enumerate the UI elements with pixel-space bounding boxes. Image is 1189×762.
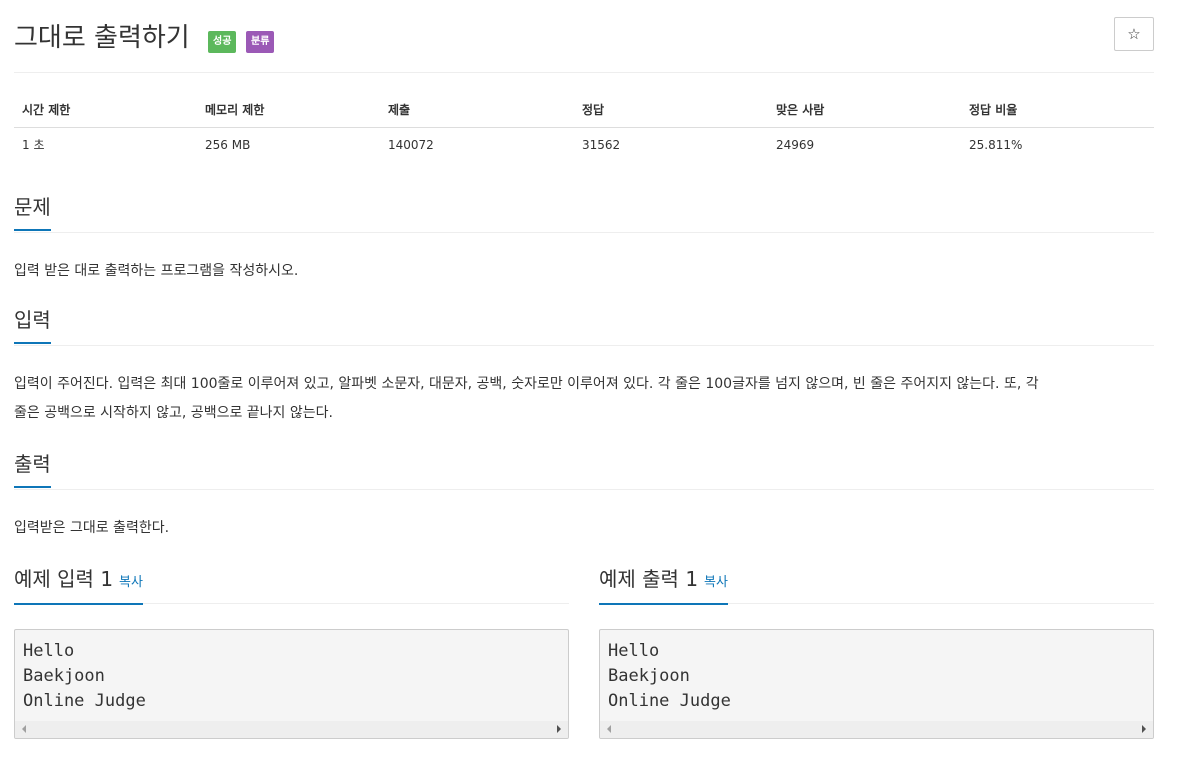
sample-output-heading: 예제 출력 1 복사 xyxy=(599,565,728,605)
input-description: 입력이 주어진다. 입력은 최대 100줄로 이루어져 있고, 알파벳 소문자,… xyxy=(14,370,1154,428)
header-solved-users: 맞은 사람 xyxy=(768,92,961,128)
category-badge[interactable]: 분류 xyxy=(246,31,275,53)
header-accept-ratio: 정답 비율 xyxy=(961,92,1154,128)
scroll-right-arrow-icon[interactable] xyxy=(1142,725,1146,733)
input-heading-row: 입력 xyxy=(14,306,1154,346)
sample-input-heading: 예제 입력 1 복사 xyxy=(14,565,143,605)
sample-input-text: Hello Baekjoon Online Judge xyxy=(23,641,146,711)
result-badge: 성공 xyxy=(208,31,237,53)
problem-page: 그대로 출력하기 성공 분류 ☆ 시간 제한 메모리 제한 제출 정답 맞은 사… xyxy=(14,0,1154,739)
sample-output-box[interactable]: Hello Baekjoon Online Judge xyxy=(599,629,1154,739)
header-accepted: 정답 xyxy=(574,92,768,128)
title-row: 그대로 출력하기 성공 분류 ☆ xyxy=(14,0,1154,73)
sample-output-panel: 예제 출력 1 복사 Hello Baekjoon Online Judge xyxy=(599,565,1154,739)
problem-description: 입력 받은 대로 출력하는 프로그램을 작성하시오. xyxy=(14,263,299,279)
sample-input-box[interactable]: Hello Baekjoon Online Judge xyxy=(14,629,569,739)
sample-input-scrollbar[interactable] xyxy=(15,721,568,738)
sample-output-text: Hello Baekjoon Online Judge xyxy=(608,641,731,711)
copy-sample-output-link[interactable]: 복사 xyxy=(704,575,728,590)
sample-input-title: 예제 입력 1 xyxy=(14,567,114,591)
scroll-left-arrow-icon[interactable] xyxy=(22,725,26,733)
table-header-row: 시간 제한 메모리 제한 제출 정답 맞은 사람 정답 비율 xyxy=(14,92,1154,128)
header-memory-limit: 메모리 제한 xyxy=(197,92,380,128)
output-heading: 출력 xyxy=(14,450,51,488)
header-submissions: 제출 xyxy=(380,92,574,128)
scroll-left-arrow-icon[interactable] xyxy=(607,725,611,733)
value-accepted[interactable]: 31562 xyxy=(574,127,768,162)
input-description-line-2: 줄은 공백으로 시작하지 않고, 공백으로 끝나지 않는다. xyxy=(14,405,333,421)
problem-section: 문제 입력 받은 대로 출력하는 프로그램을 작성하시오. xyxy=(14,193,1154,286)
output-description: 입력받은 그대로 출력한다. xyxy=(14,520,170,536)
star-icon: ☆ xyxy=(1127,25,1141,43)
output-heading-row: 출력 xyxy=(14,450,1154,490)
copy-sample-input-link[interactable]: 복사 xyxy=(119,575,143,590)
page-title: 그대로 출력하기 xyxy=(14,23,190,53)
problem-info-table: 시간 제한 메모리 제한 제출 정답 맞은 사람 정답 비율 1 초 256 M… xyxy=(14,92,1154,162)
header-time-limit: 시간 제한 xyxy=(14,92,197,128)
scroll-right-arrow-icon[interactable] xyxy=(557,725,561,733)
value-submissions[interactable]: 140072 xyxy=(380,127,574,162)
sample-output-title: 예제 출력 1 xyxy=(599,567,699,591)
problem-heading: 문제 xyxy=(14,193,51,231)
output-section: 출력 입력받은 그대로 출력한다. xyxy=(14,450,1154,543)
input-description-line-1: 입력이 주어진다. 입력은 최대 100줄로 이루어져 있고, 알파벳 소문자,… xyxy=(14,376,1039,392)
star-button[interactable]: ☆ xyxy=(1114,17,1154,51)
table-row: 1 초 256 MB 140072 31562 24969 25.811% xyxy=(14,127,1154,162)
sample-input-heading-row: 예제 입력 1 복사 xyxy=(14,565,569,605)
input-heading: 입력 xyxy=(14,306,51,344)
value-solved-users[interactable]: 24969 xyxy=(768,127,961,162)
value-memory-limit: 256 MB xyxy=(205,137,251,152)
input-section: 입력 입력이 주어진다. 입력은 최대 100줄로 이루어져 있고, 알파벳 소… xyxy=(14,306,1154,428)
sample-output-scrollbar[interactable] xyxy=(600,721,1153,738)
value-accept-ratio: 25.811% xyxy=(969,137,1023,152)
problem-heading-row: 문제 xyxy=(14,193,1154,233)
sample-input-panel: 예제 입력 1 복사 Hello Baekjoon Online Judge xyxy=(14,565,569,739)
sample-output-heading-row: 예제 출력 1 복사 xyxy=(599,565,1154,605)
value-time-limit: 1 초 xyxy=(22,138,45,153)
